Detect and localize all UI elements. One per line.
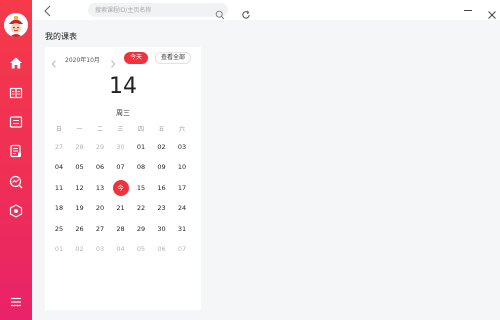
calendar-day[interactable]: 30 (154, 221, 170, 237)
calendar-day[interactable]: 01 (51, 241, 67, 257)
weekday-label: 日 (55, 126, 62, 133)
calendar-day[interactable]: 07 (174, 241, 190, 257)
chevron-right-icon (111, 60, 116, 68)
sidebar (0, 0, 32, 320)
selected-day-number: 14 (109, 74, 137, 99)
chevron-left-icon (44, 5, 51, 17)
calendar-day[interactable]: 05 (72, 159, 88, 175)
calendar-day[interactable]: 03 (92, 241, 108, 257)
calendar-day[interactable]: 08 (133, 159, 149, 175)
calendar-day[interactable]: 20 (92, 200, 108, 216)
calendar-day[interactable]: 19 (72, 200, 88, 216)
calendar-day[interactable]: 16 (154, 180, 170, 196)
calendar-day[interactable]: 01 (133, 139, 149, 155)
calendar-day[interactable]: 06 (92, 159, 108, 175)
sidebar-item-list[interactable] (9, 115, 23, 129)
refresh-button[interactable] (241, 5, 251, 19)
calendar-day[interactable]: 04 (113, 241, 129, 257)
weekday-label: 五 (158, 126, 165, 133)
weekday-label: 六 (178, 126, 185, 133)
calendar-day[interactable]: 今 (112, 179, 129, 196)
calendar-day[interactable]: 22 (133, 200, 149, 216)
calendar-day[interactable]: 11 (51, 180, 67, 196)
minimize-button[interactable] (464, 10, 472, 11)
prev-month-button[interactable] (50, 54, 58, 68)
home-icon (10, 57, 22, 69)
calendar-day[interactable]: 26 (72, 221, 88, 237)
calendar-day[interactable]: 30 (113, 139, 129, 155)
calendar-day[interactable]: 25 (51, 221, 67, 237)
calendar-day[interactable]: 24 (174, 200, 190, 216)
month-label: 2020年10月 (65, 57, 100, 64)
calendar-day[interactable]: 23 (154, 200, 170, 216)
weekday-label: 三 (117, 126, 124, 133)
list-icon (9, 116, 23, 128)
close-button[interactable] (487, 5, 497, 19)
calendar-day[interactable]: 13 (92, 180, 108, 196)
calendar-day[interactable]: 17 (174, 180, 190, 196)
sidebar-item-home[interactable] (9, 56, 23, 70)
calendar-day[interactable]: 02 (72, 241, 88, 257)
selected-weekday: 周三 (116, 109, 130, 117)
weekday-label: 四 (137, 126, 144, 133)
book-icon (9, 87, 23, 99)
calendar-day[interactable]: 03 (174, 139, 190, 155)
calendar-day[interactable]: 31 (174, 221, 190, 237)
today-button[interactable]: 今天 (124, 52, 148, 64)
menu-icon (11, 297, 21, 307)
document-icon (10, 144, 21, 158)
sidebar-item-settings[interactable] (9, 204, 23, 218)
search-input[interactable] (88, 3, 228, 17)
calendar-day[interactable]: 07 (113, 159, 129, 175)
settings-hexagon-icon (9, 204, 23, 218)
chevron-left-icon (51, 60, 56, 68)
calendar-day[interactable]: 04 (51, 159, 67, 175)
view-all-button[interactable]: 查看全部 (155, 52, 191, 64)
chart-search-icon (9, 175, 23, 189)
calendar-day[interactable]: 05 (133, 241, 149, 257)
top-bar (32, 0, 500, 20)
sidebar-menu-button[interactable] (9, 295, 23, 309)
back-button[interactable] (42, 3, 54, 17)
calendar-day[interactable]: 21 (113, 200, 129, 216)
avatar[interactable] (4, 13, 28, 37)
calendar-day[interactable]: 10 (174, 159, 190, 175)
calendar-day[interactable]: 29 (133, 221, 149, 237)
search-icon[interactable] (215, 5, 225, 20)
calendar-day[interactable]: 06 (154, 241, 170, 257)
sidebar-item-stats[interactable] (9, 175, 23, 189)
page-title: 我的课表 (45, 32, 77, 41)
weekday-label: 二 (96, 126, 103, 133)
sidebar-item-courses[interactable] (9, 86, 23, 100)
calendar-day[interactable]: 27 (51, 139, 67, 155)
calendar-day[interactable]: 28 (72, 139, 88, 155)
next-month-button[interactable] (109, 54, 117, 68)
refresh-icon (242, 10, 250, 19)
calendar-day[interactable]: 12 (72, 180, 88, 196)
calendar-day[interactable]: 28 (113, 221, 129, 237)
avatar-icon (4, 13, 28, 37)
sidebar-item-documents[interactable] (9, 144, 23, 158)
calendar-day[interactable]: 09 (154, 159, 170, 175)
calendar-day[interactable]: 29 (92, 139, 108, 155)
calendar-day[interactable]: 27 (92, 221, 108, 237)
weekday-label: 一 (76, 126, 83, 133)
calendar-day[interactable]: 02 (154, 139, 170, 155)
close-icon (488, 11, 496, 19)
calendar-day[interactable]: 18 (51, 200, 67, 216)
calendar-day[interactable]: 15 (133, 180, 149, 196)
